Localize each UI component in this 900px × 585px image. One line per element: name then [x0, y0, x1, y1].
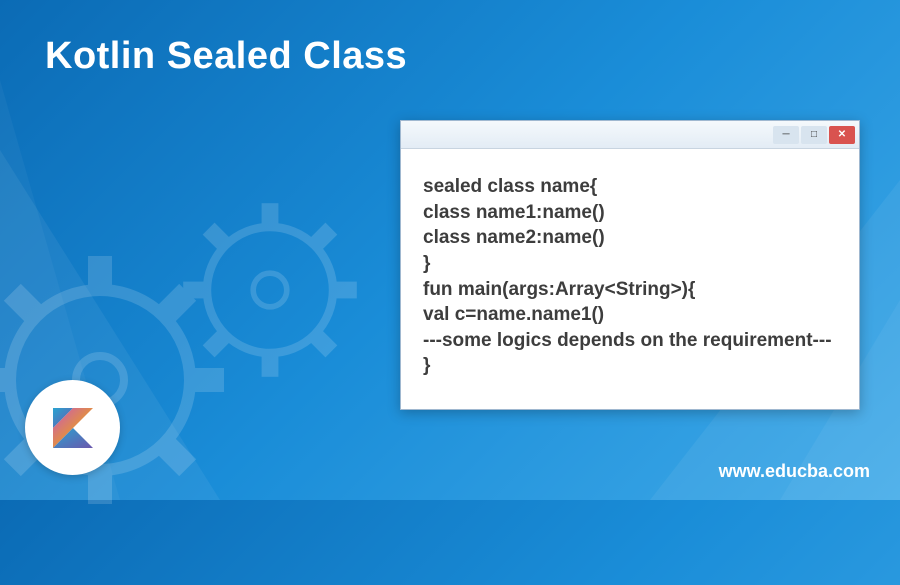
code-line: val c=name.name1() [423, 302, 837, 328]
code-line: fun main(args:Array<String>){ [423, 277, 837, 303]
code-line: class name2:name() [423, 225, 837, 251]
code-line: } [423, 251, 837, 277]
page-title: Kotlin Sealed Class [45, 35, 407, 78]
code-line: class name1:name() [423, 200, 837, 226]
code-window: ─ □ ✕ sealed class name{ class name1:nam… [400, 120, 860, 410]
code-line: ---some logics depends on the requiremen… [423, 328, 837, 354]
maximize-button[interactable]: □ [801, 126, 827, 144]
footer-url: www.educba.com [719, 461, 870, 482]
window-controls: ─ □ ✕ [773, 126, 855, 144]
code-line: } [423, 353, 837, 379]
gear-icon [0, 180, 360, 580]
code-line: sealed class name{ [423, 174, 837, 200]
kotlin-logo-icon [49, 404, 97, 452]
minimize-button[interactable]: ─ [773, 126, 799, 144]
logo-badge [25, 380, 120, 475]
window-titlebar: ─ □ ✕ [401, 121, 859, 149]
code-body: sealed class name{ class name1:name() cl… [401, 149, 859, 409]
close-button[interactable]: ✕ [829, 126, 855, 144]
